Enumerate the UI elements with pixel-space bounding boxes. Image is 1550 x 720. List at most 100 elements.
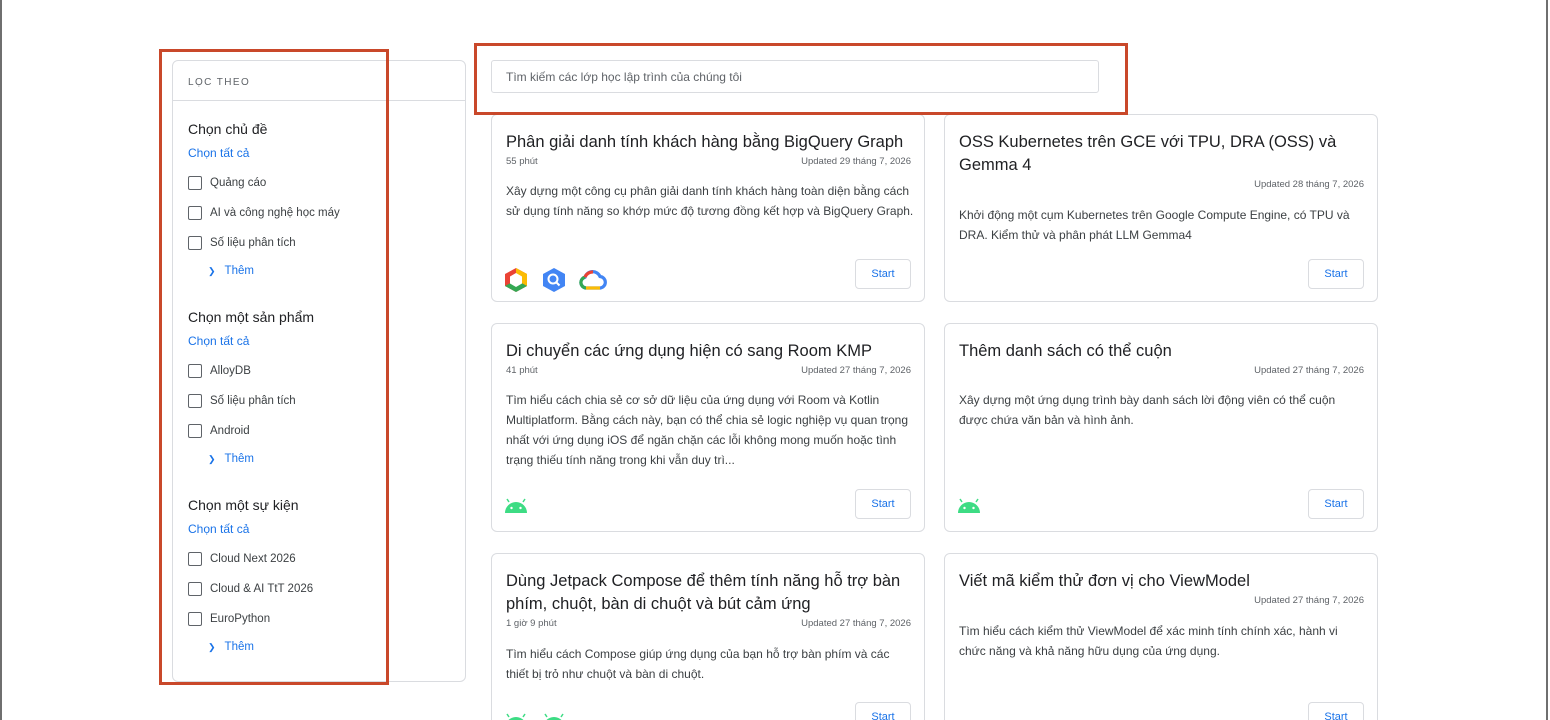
codelab-card[interactable]: Dùng Jetpack Compose để thêm tính năng h… [491, 553, 925, 720]
window-border-left [0, 0, 2, 720]
codelab-card[interactable]: Viết mã kiểm thử đơn vị cho ViewModel Up… [944, 553, 1378, 720]
filter-option-label: AlloyDB [210, 365, 251, 377]
start-button[interactable]: Start [1308, 259, 1364, 289]
filter-group-topic: Chọn chủ đề Chọn tất cả Quảng cáo AI và … [188, 119, 458, 284]
filter-sidebar: LỌC THEO Chọn chủ đề Chọn tất cả Quảng c… [172, 60, 466, 682]
start-button[interactable]: Start [855, 259, 911, 289]
card-title[interactable]: Di chuyển các ứng dụng hiện có sang Room… [506, 340, 911, 363]
codelab-card[interactable]: Thêm danh sách có thể cuộn Updated 27 th… [944, 323, 1378, 532]
select-all-link[interactable]: Chọn tất cả [188, 145, 458, 161]
select-all-link[interactable]: Chọn tất cả [188, 333, 458, 349]
filter-option-label: Cloud Next 2026 [210, 553, 296, 565]
card-meta: Updated 28 tháng 7, 2026 [959, 179, 1364, 193]
chevron-down-icon: ❯ [208, 453, 216, 464]
chevron-down-icon: ❯ [208, 265, 216, 276]
filter-group-product: Chọn một sản phẩm Chọn tất cả AlloyDB Số… [188, 307, 458, 472]
card-meta: 1 giờ 9 phút Updated 27 tháng 7, 2026 [506, 618, 911, 632]
checkbox[interactable] [188, 236, 202, 250]
card-updated: Updated 27 tháng 7, 2026 [1254, 365, 1364, 376]
checkbox[interactable] [188, 364, 202, 378]
filter-option-label: EuroPython [210, 613, 271, 625]
android-icon [958, 498, 980, 513]
filter-header: LỌC THEO [173, 61, 465, 101]
filter-option-cloud-next[interactable]: Cloud Next 2026 [188, 544, 458, 574]
start-button[interactable]: Start [1308, 702, 1364, 720]
checkbox[interactable] [188, 582, 202, 596]
filter-option-analytics[interactable]: Số liệu phân tích [188, 386, 458, 416]
search-input[interactable] [491, 60, 1099, 93]
checkbox[interactable] [188, 394, 202, 408]
show-more-label: Thêm [224, 453, 254, 465]
start-button[interactable]: Start [855, 489, 911, 519]
start-button[interactable]: Start [855, 702, 911, 720]
card-duration: 41 phút [506, 365, 538, 376]
card-title[interactable]: Thêm danh sách có thể cuộn [959, 340, 1364, 363]
android-icon [506, 713, 526, 720]
show-more-events[interactable]: ❯ Thêm [188, 634, 458, 660]
filter-option-cloud-ai-ttt[interactable]: Cloud & AI TtT 2026 [188, 574, 458, 604]
filter-option-label: Số liệu phân tích [210, 395, 296, 407]
filter-option-ai-ml[interactable]: AI và công nghệ học máy [188, 198, 458, 228]
card-icons [503, 267, 607, 293]
card-meta: 41 phút Updated 27 tháng 7, 2026 [506, 365, 911, 379]
card-meta: 55 phút Updated 29 tháng 7, 2026 [506, 156, 911, 170]
card-title[interactable]: OSS Kubernetes trên GCE với TPU, DRA (OS… [959, 131, 1364, 177]
show-more-topics[interactable]: ❯ Thêm [188, 258, 458, 284]
filter-option-analytics[interactable]: Số liệu phân tích [188, 228, 458, 258]
filter-option-label: Số liệu phân tích [210, 237, 296, 249]
filter-option-label: Cloud & AI TtT 2026 [210, 583, 314, 595]
card-icons [503, 713, 567, 720]
codelab-card[interactable]: Phân giải danh tính khách hàng bằng BigQ… [491, 114, 925, 302]
filter-option-ads[interactable]: Quảng cáo [188, 168, 458, 198]
codelab-card[interactable]: Di chuyển các ứng dụng hiện có sang Room… [491, 323, 925, 532]
filter-group-event: Chọn một sự kiện Chọn tất cả Cloud Next … [188, 495, 458, 660]
card-updated: Updated 29 tháng 7, 2026 [801, 156, 911, 167]
card-meta: Updated 27 tháng 7, 2026 [959, 365, 1364, 379]
window-border-right [1546, 0, 1548, 720]
card-description: Xây dựng một ứng dụng trình bày danh sác… [959, 393, 1336, 427]
filter-option-label: Quảng cáo [210, 177, 267, 189]
checkbox[interactable] [188, 176, 202, 190]
checkbox[interactable] [188, 552, 202, 566]
card-title[interactable]: Viết mã kiểm thử đơn vị cho ViewModel [959, 570, 1364, 593]
card-icons [956, 498, 982, 514]
card-description: Xây dựng một công cụ phân giải danh tính… [506, 184, 914, 218]
card-description: Tìm hiểu cách kiểm thử ViewModel để xác … [959, 624, 1338, 658]
google-cloud-icon [579, 270, 607, 290]
google-cloud-hexagon-icon [505, 268, 527, 292]
card-title[interactable]: Phân giải danh tính khách hàng bằng BigQ… [506, 131, 911, 154]
card-icons [503, 498, 529, 514]
card-description: Tìm hiểu cách chia sẻ cơ sở dữ liệu của … [506, 393, 909, 467]
checkbox[interactable] [188, 612, 202, 626]
checkbox[interactable] [188, 206, 202, 220]
card-updated: Updated 27 tháng 7, 2026 [1254, 595, 1364, 606]
filter-option-europython[interactable]: EuroPython [188, 604, 458, 634]
card-updated: Updated 27 tháng 7, 2026 [801, 618, 911, 629]
filter-option-label: Android [210, 425, 250, 437]
filter-option-alloydb[interactable]: AlloyDB [188, 356, 458, 386]
card-updated: Updated 28 tháng 7, 2026 [1254, 179, 1364, 190]
select-all-link[interactable]: Chọn tất cả [188, 521, 458, 537]
filter-group-title: Chọn một sự kiện [188, 497, 299, 513]
card-duration: 1 giờ 9 phút [506, 618, 557, 629]
filter-option-android[interactable]: Android [188, 416, 458, 446]
show-more-products[interactable]: ❯ Thêm [188, 446, 458, 472]
card-meta: Updated 27 tháng 7, 2026 [959, 595, 1364, 609]
show-more-label: Thêm [224, 641, 254, 653]
filter-group-title: Chọn chủ đề [188, 121, 268, 137]
checkbox[interactable] [188, 424, 202, 438]
bigquery-icon [543, 268, 565, 292]
android-icon [544, 713, 564, 720]
card-title[interactable]: Dùng Jetpack Compose để thêm tính năng h… [506, 570, 911, 616]
chevron-down-icon: ❯ [208, 641, 216, 652]
card-updated: Updated 27 tháng 7, 2026 [801, 365, 911, 376]
show-more-label: Thêm [224, 265, 254, 277]
card-description: Khởi động một cụm Kubernetes trên Google… [959, 208, 1350, 242]
android-icon [505, 498, 527, 513]
card-duration: 55 phút [506, 156, 538, 167]
card-description: Tìm hiểu cách Compose giúp ứng dụng của … [506, 647, 890, 681]
start-button[interactable]: Start [1308, 489, 1364, 519]
codelab-card[interactable]: OSS Kubernetes trên GCE với TPU, DRA (OS… [944, 114, 1378, 302]
filter-option-label: AI và công nghệ học máy [210, 207, 340, 219]
filter-group-title: Chọn một sản phẩm [188, 309, 315, 325]
